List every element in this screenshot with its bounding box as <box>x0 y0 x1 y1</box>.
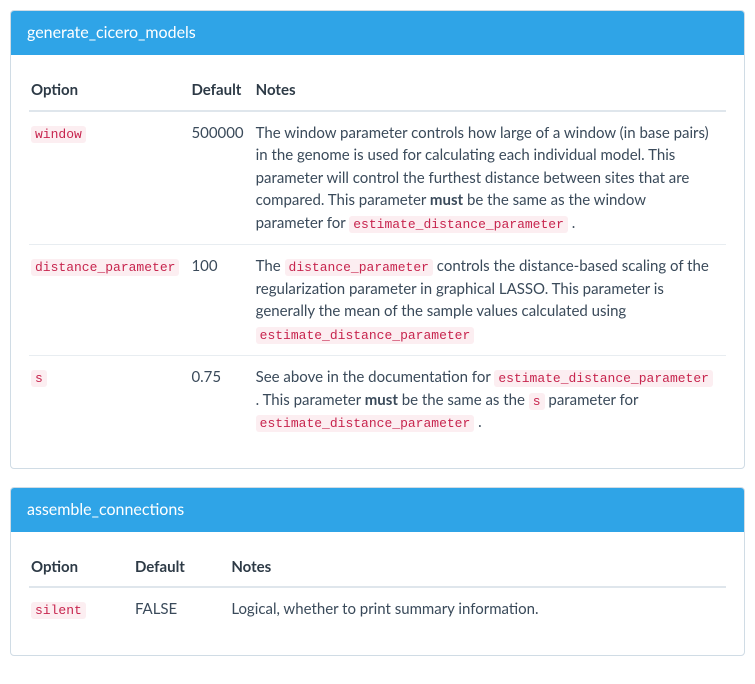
option-cell: distance_parameter <box>29 245 189 356</box>
table-row: distance_parameter 100The distance_parame… <box>29 245 726 356</box>
option-cell: s <box>29 356 189 444</box>
notes-cell: The distance_parameter controls the dist… <box>254 245 726 356</box>
notes-cell: Logical, whether to print summary inform… <box>229 587 726 631</box>
panel-body: OptionDefaultNotes window 500000The window… <box>11 55 744 468</box>
option-code: silent <box>31 602 86 619</box>
option-code: distance_parameter <box>31 259 179 276</box>
column-header-default: Default <box>133 550 229 588</box>
option-cell: silent <box>29 587 133 631</box>
column-header-default: Default <box>189 73 253 111</box>
option-cell: window <box>29 111 189 245</box>
default-cell: FALSE <box>133 587 229 631</box>
default-cell: 100 <box>189 245 253 356</box>
table-row: window 500000The window parameter control… <box>29 111 726 245</box>
inline-code: estimate_distance_parameter <box>256 415 475 432</box>
option-code: s <box>31 370 47 387</box>
notes-cell: The window parameter controls how large … <box>254 111 726 245</box>
strong-text: must <box>430 191 463 209</box>
inline-code: s <box>529 393 545 410</box>
strong-text: must <box>365 391 398 409</box>
table-row: s 0.75See above in the documentation for … <box>29 356 726 444</box>
column-header-option: Option <box>29 73 189 111</box>
inline-code: estimate_distance_parameter <box>349 216 568 233</box>
doc-panel: generate_cicero_models OptionDefaultNotes… <box>10 10 745 469</box>
default-cell: 0.75 <box>189 356 253 444</box>
doc-panel: assemble_connectionsOptionDefaultNotessi… <box>10 487 745 656</box>
panel-body: OptionDefaultNotes silent FALSELogical, wh… <box>11 532 744 655</box>
options-table: OptionDefaultNotes window 500000The window… <box>29 73 726 444</box>
panel-title: generate_cicero_models <box>11 11 744 55</box>
inline-code: estimate_distance_parameter <box>494 370 713 387</box>
panel-title: assemble_connections <box>11 488 744 532</box>
notes-cell: See above in the documentation for estim… <box>254 356 726 444</box>
option-code: window <box>31 126 86 143</box>
inline-code: distance_parameter <box>285 259 433 276</box>
column-header-option: Option <box>29 550 133 588</box>
column-header-notes: Notes <box>229 550 726 588</box>
default-cell: 500000 <box>189 111 253 245</box>
options-table: OptionDefaultNotes silent FALSELogical, wh… <box>29 550 726 631</box>
inline-code: estimate_distance_parameter <box>256 327 475 344</box>
table-row: silent FALSELogical, whether to print sum… <box>29 587 726 631</box>
column-header-notes: Notes <box>254 73 726 111</box>
